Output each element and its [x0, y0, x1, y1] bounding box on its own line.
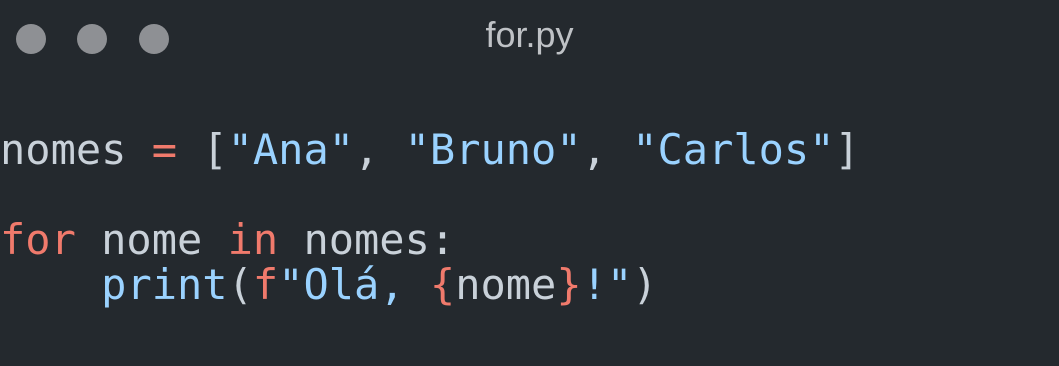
- code-token-str: "Ana": [227, 125, 355, 174]
- code-window: for.py nomes = ["Ana", "Bruno", "Carlos"…: [0, 0, 1059, 366]
- code-line: print(f"Olá, {nome}!"): [0, 262, 860, 307]
- code-token-str: "Olá,: [278, 260, 430, 309]
- code-token-kw: for: [0, 215, 76, 264]
- code-token-op: =: [151, 125, 178, 174]
- code-token-punc: [: [177, 125, 228, 174]
- code-line: for nome in nomes:: [0, 217, 860, 262]
- code-token-plain: nomes:: [278, 215, 456, 264]
- code-block: nomes = ["Ana", "Bruno", "Carlos"] for no…: [0, 127, 860, 307]
- window-title: for.py: [485, 14, 574, 55]
- code-token-str: "Carlos": [632, 125, 835, 174]
- code-token-kw: f: [252, 260, 279, 309]
- code-token-fn: print: [101, 260, 228, 309]
- code-token-kw: in: [227, 215, 279, 264]
- code-token-punc: ]: [834, 125, 860, 174]
- code-token-op: {: [429, 260, 456, 309]
- window-titlebar: for.py: [0, 0, 1059, 80]
- code-token-punc: ,: [354, 125, 405, 174]
- code-line: nomes = ["Ana", "Bruno", "Carlos"]: [0, 127, 860, 172]
- code-token-punc: ,: [581, 125, 633, 174]
- code-token-str: "Bruno": [404, 125, 582, 174]
- code-token-punc: ): [632, 260, 658, 309]
- code-token-str: !": [581, 260, 633, 309]
- code-token-plain: nomes: [0, 125, 127, 174]
- code-token-plain: nome: [455, 260, 557, 309]
- code-token-punc: (: [227, 260, 253, 309]
- code-token-plain: nome: [75, 215, 228, 264]
- code-token-op: }: [556, 260, 582, 309]
